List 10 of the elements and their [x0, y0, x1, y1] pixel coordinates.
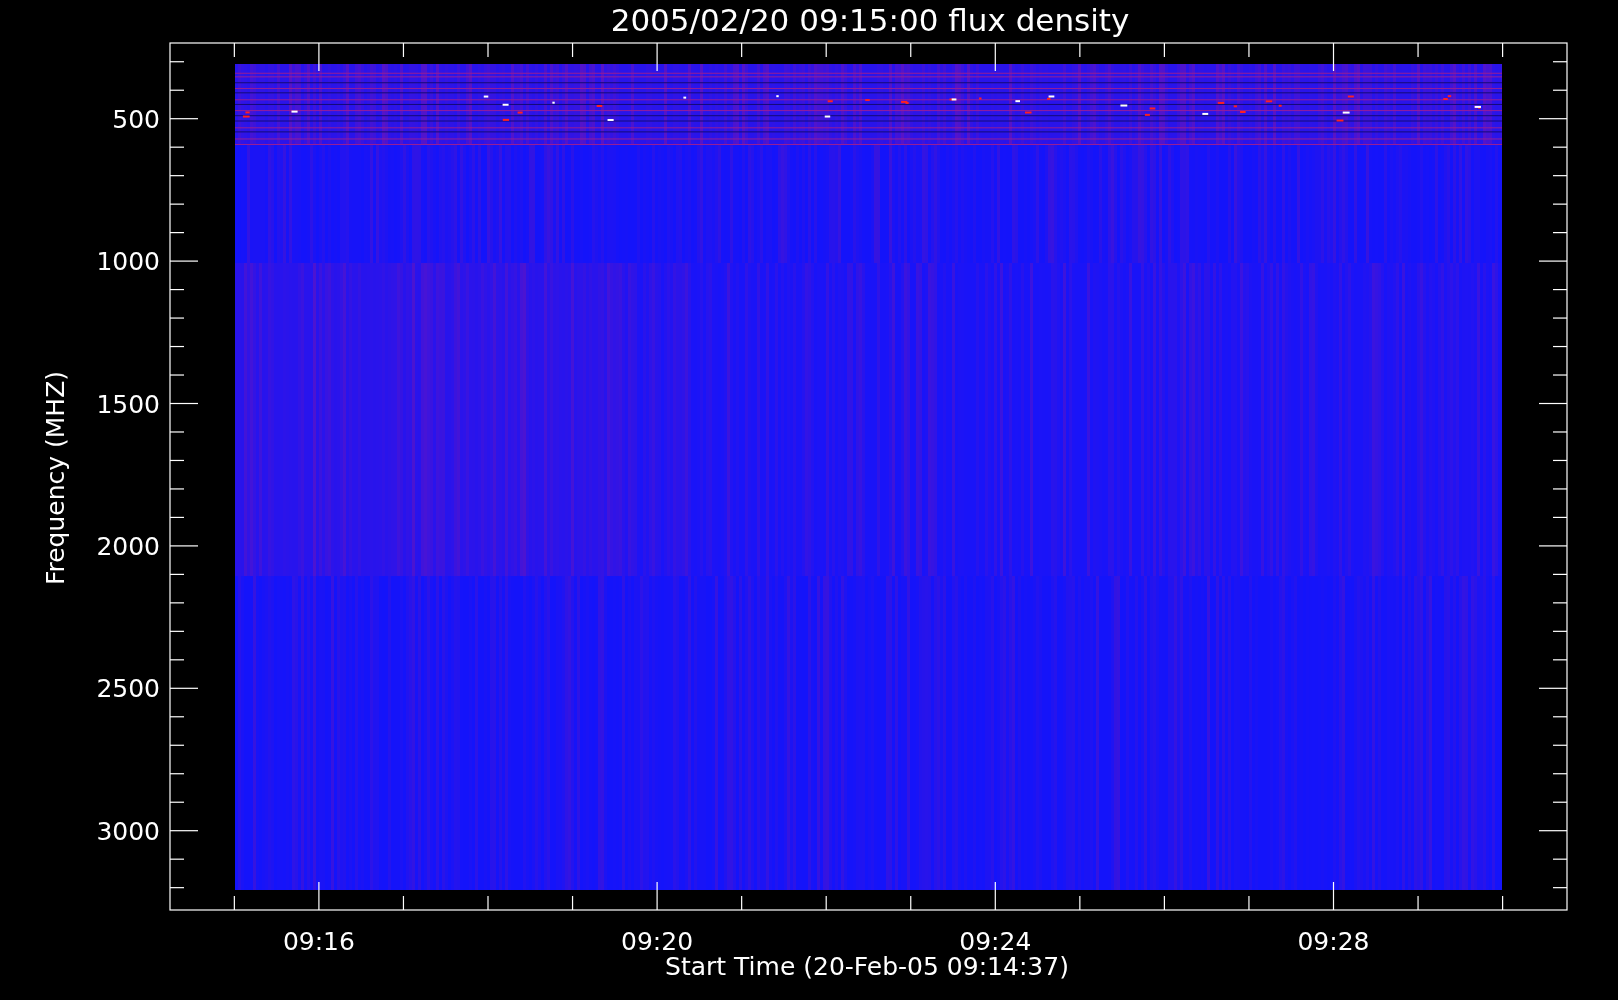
x-tick-label: 09:28: [1297, 927, 1370, 956]
y-tick-label: 2500: [96, 674, 160, 704]
y-tick-label: 2000: [96, 531, 160, 561]
y-tick-label: 1000: [96, 247, 160, 277]
y-tick-label: 3000: [96, 816, 160, 846]
plot-title: 2005/02/20 09:15:00 flux density: [610, 2, 1130, 38]
y-axis-label: Frequency (MHZ): [41, 370, 70, 586]
y-tick-label: 500: [112, 104, 160, 134]
y-tick-label: 1500: [96, 389, 160, 419]
x-tick-label: 09:16: [282, 927, 355, 956]
